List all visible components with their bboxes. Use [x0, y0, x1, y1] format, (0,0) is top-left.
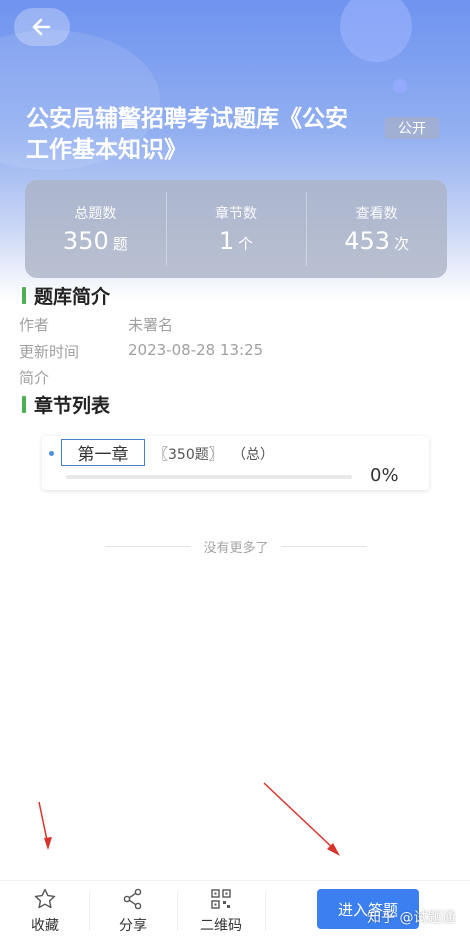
- favorite-button[interactable]: 收藏: [1, 887, 89, 937]
- stat-unit: 次: [394, 235, 410, 253]
- intro-heading-text: 题库简介: [34, 286, 111, 308]
- section-bar: [22, 287, 26, 304]
- watermark: 知乎 @试题通: [367, 910, 456, 926]
- stats-card: 总题数 350 题 章节数 1个 查看数 453 次: [25, 180, 447, 278]
- share-label: 分享: [119, 918, 147, 934]
- star-icon: [34, 888, 56, 909]
- chapter-list-heading-text: 章节列表: [34, 395, 111, 417]
- stat-total-questions: 总题数 350 题: [25, 180, 166, 278]
- chapter-progress-bar: [66, 475, 352, 479]
- annotation-arrow-left: [38, 801, 52, 850]
- chapter-item[interactable]: 第一章 〖350题〗 （总） 0%: [42, 436, 429, 490]
- divider: [265, 891, 266, 931]
- decor-dot: [393, 79, 407, 93]
- stat-views: 查看数 453 次: [306, 180, 447, 278]
- qrcode-label: 二维码: [200, 918, 242, 934]
- chapter-question-count: 〖350题〗: [154, 447, 223, 463]
- stat-value: 1: [218, 227, 235, 255]
- updated-label: 更新时间: [19, 343, 80, 361]
- back-arrow-icon: [32, 18, 51, 36]
- qrcode-button[interactable]: 二维码: [177, 887, 265, 937]
- stat-label: 章节数: [215, 206, 257, 222]
- stat-value: 453: [344, 227, 391, 255]
- desc-label: 简介: [19, 369, 50, 387]
- stat-label: 查看数: [355, 206, 398, 222]
- stat-unit: 个: [238, 235, 254, 253]
- no-more-text: 没有更多了: [203, 541, 269, 556]
- decor-circle: [340, 0, 412, 62]
- stat-label: 总题数: [74, 206, 117, 222]
- share-button[interactable]: 分享: [89, 887, 177, 937]
- page-title: 公安局辅警招聘考试题库《公安工作基本知识》: [26, 106, 348, 163]
- chapter-name[interactable]: 第一章: [61, 439, 145, 466]
- back-button[interactable]: [14, 8, 70, 46]
- chapter-total-label: （总）: [232, 447, 274, 463]
- intro-heading: 题库简介: [22, 282, 110, 309]
- chapter-progress-percent: 0%: [370, 465, 399, 486]
- updated-value: 2023-08-28 13:25: [128, 341, 264, 359]
- chapter-list-heading: 章节列表: [22, 391, 110, 418]
- stat-value: 350: [62, 227, 109, 255]
- author-value: 未署名: [128, 316, 174, 334]
- section-bar: [22, 396, 26, 413]
- author-label: 作者: [19, 316, 50, 334]
- annotation-arrow-right: [263, 782, 340, 856]
- qrcode-icon: [211, 889, 231, 909]
- stat-unit: 题: [112, 235, 128, 253]
- favorite-label: 收藏: [31, 918, 59, 934]
- bullet-dot-icon: [49, 451, 54, 456]
- share-icon: [123, 888, 142, 910]
- stat-chapters: 章节数 1个: [165, 180, 307, 278]
- visibility-badge: 公开: [385, 117, 439, 139]
- list-end-indicator: 没有更多了: [105, 537, 367, 556]
